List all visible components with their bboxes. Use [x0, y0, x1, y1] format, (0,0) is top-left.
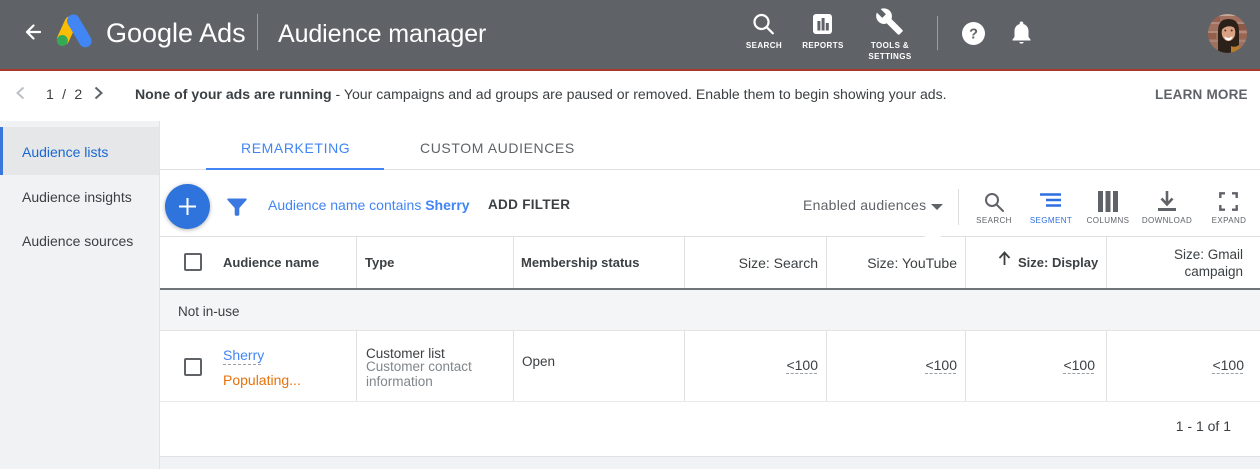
- svg-text:?: ?: [969, 27, 978, 43]
